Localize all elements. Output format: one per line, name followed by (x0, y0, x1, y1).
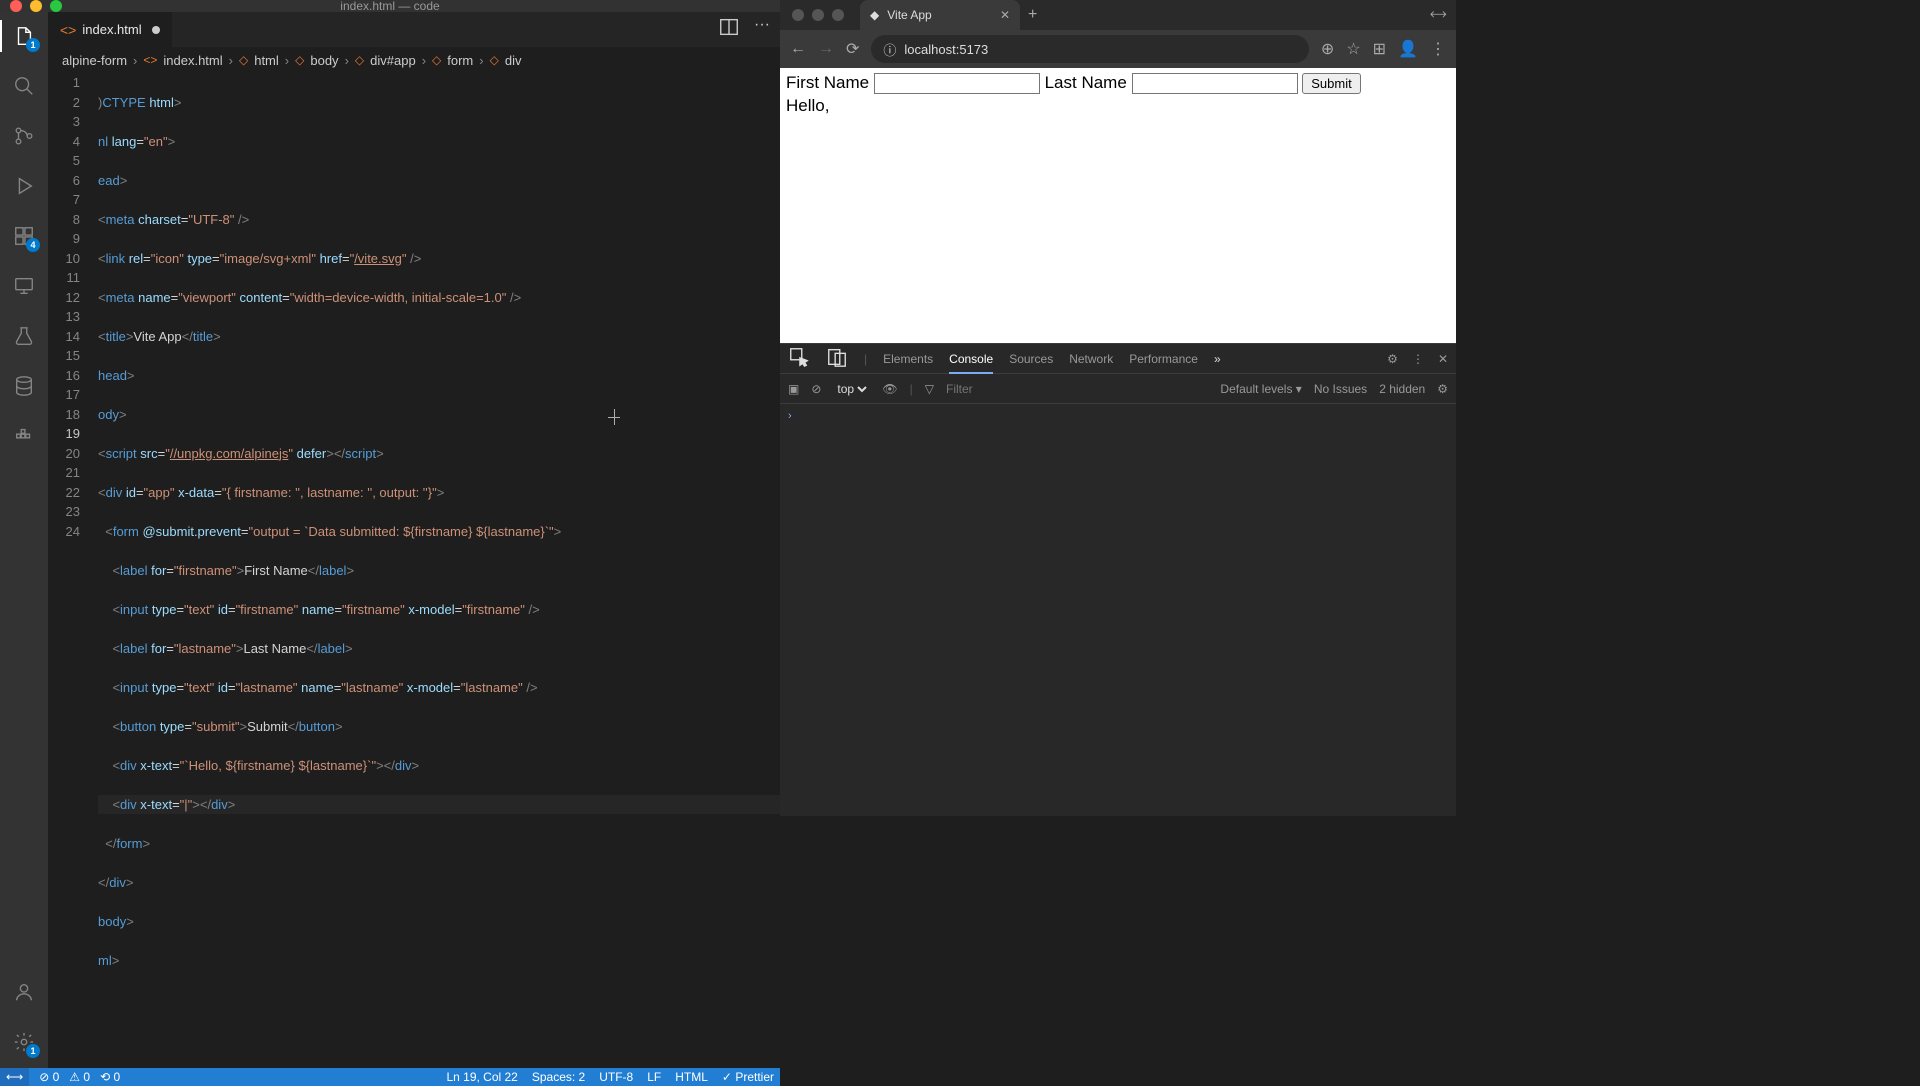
more-tabs-icon[interactable]: » (1214, 352, 1221, 366)
search-icon[interactable] (10, 72, 38, 100)
filter-icon: ▽ (925, 382, 934, 396)
devtools-panel: | Elements Console Sources Network Perfo… (780, 343, 1456, 816)
explorer-icon[interactable]: 1 (10, 22, 38, 50)
inspect-element-icon[interactable] (788, 346, 810, 371)
browser-toolbar: ← → ⟳ ⓘ localhost:5173 ⊕ ☆ ⊞ 👤 ⋮ (780, 30, 1456, 68)
expand-icon[interactable]: ⤢ (1427, 4, 1449, 26)
database-icon[interactable] (10, 372, 38, 400)
last-name-input[interactable] (1132, 73, 1298, 94)
error-count[interactable]: ⊘ 0 (39, 1070, 59, 1084)
vscode-titlebar: index.html — code (0, 0, 780, 12)
docker-icon[interactable] (10, 422, 38, 450)
prettier-status[interactable]: ✓ Prettier (722, 1070, 774, 1084)
menu-icon[interactable]: ⋮ (1430, 39, 1446, 59)
port-forward[interactable]: ⟲ 0 (100, 1070, 120, 1084)
minimize-icon[interactable] (30, 0, 42, 12)
tab-console[interactable]: Console (949, 352, 993, 366)
execution-context-select[interactable]: top (833, 381, 870, 397)
devtools-more-icon[interactable]: ⋮ (1412, 352, 1424, 366)
html-file-icon: <> (60, 22, 76, 38)
close-icon[interactable] (10, 0, 22, 12)
close-tab-icon[interactable]: ✕ (1000, 8, 1010, 22)
demo-form: First Name Last Name Submit Hello, (786, 73, 1450, 116)
profile-icon[interactable]: 👤 (1398, 39, 1418, 59)
zoom-icon[interactable]: ⊕ (1321, 39, 1334, 59)
code-editor[interactable]: 123456789101112131415161718192021222324 … (48, 73, 780, 1068)
address-bar[interactable]: ⓘ localhost:5173 (871, 35, 1309, 63)
last-name-label: Last Name (1045, 73, 1127, 92)
warning-count[interactable]: ⚠ 0 (69, 1070, 90, 1084)
device-toggle-icon[interactable] (826, 346, 848, 371)
first-name-label: First Name (786, 73, 869, 92)
testing-icon[interactable] (10, 322, 38, 350)
line-gutter: 123456789101112131415161718192021222324 (48, 73, 98, 1068)
extensions-badge: 4 (26, 238, 40, 252)
forward-icon[interactable]: → (818, 40, 834, 58)
devtools-close-icon[interactable]: ✕ (1438, 352, 1448, 366)
tab-index-html[interactable]: <> index.html (48, 12, 172, 47)
remote-explorer-icon[interactable] (10, 272, 38, 300)
more-actions-icon[interactable]: ··· (754, 16, 770, 43)
console-toolbar: ▣ ⊘ top 👁 | ▽ Default levels ▾ No Issues… (780, 374, 1456, 404)
site-info-icon[interactable]: ⓘ (883, 40, 896, 59)
browser-tab-title: Vite App (887, 8, 931, 22)
tab-label: index.html (82, 22, 141, 37)
tab-network[interactable]: Network (1069, 352, 1113, 366)
editor-tabs: <> index.html ··· (48, 12, 780, 47)
favicon-icon: ◆ (870, 8, 879, 22)
hidden-count[interactable]: 2 hidden (1379, 382, 1425, 396)
cursor-position[interactable]: Ln 19, Col 22 (446, 1070, 517, 1084)
language-mode[interactable]: HTML (675, 1070, 708, 1084)
issues-link[interactable]: No Issues (1314, 382, 1367, 396)
reload-icon[interactable]: ⟳ (846, 39, 859, 59)
settings-badge: 1 (26, 1044, 40, 1058)
account-icon[interactable] (10, 978, 38, 1006)
split-editor-icon[interactable] (718, 16, 740, 43)
code-content[interactable]: )CTYPE html> nl lang="en"> ead> <meta ch… (98, 73, 780, 1068)
encoding[interactable]: UTF-8 (599, 1070, 633, 1084)
breadcrumbs[interactable]: alpine-form› <>index.html› ◇html› ◇body›… (48, 47, 780, 73)
settings-gear-icon[interactable]: 1 (10, 1028, 38, 1056)
status-bar: ⟷ ⊘ 0 ⚠ 0 ⟲ 0 Ln 19, Col 22 Spaces: 2 UT… (0, 1068, 780, 1086)
first-name-input[interactable] (874, 73, 1040, 94)
run-debug-icon[interactable] (10, 172, 38, 200)
clear-console-icon[interactable]: ⊘ (811, 382, 821, 396)
back-icon[interactable]: ← (790, 40, 806, 58)
log-levels-select[interactable]: Default levels ▾ (1220, 382, 1301, 396)
console-settings-icon[interactable]: ⚙ (1437, 382, 1448, 396)
web-page: First Name Last Name Submit Hello, (780, 68, 1456, 343)
source-control-icon[interactable] (10, 122, 38, 150)
live-expression-icon[interactable]: 👁 (882, 382, 897, 396)
explorer-badge: 1 (26, 38, 40, 52)
tab-elements[interactable]: Elements (883, 352, 933, 366)
remote-indicator-icon[interactable]: ⟷ (0, 1068, 29, 1086)
extensions-puzzle-icon[interactable]: ⊞ (1373, 39, 1386, 59)
browser-titlebar: ◆ Vite App ✕ + ⤢ (780, 0, 1456, 30)
greeting-output: Hello, (786, 96, 1450, 116)
browser-tab[interactable]: ◆ Vite App ✕ (860, 0, 1020, 30)
tab-sources[interactable]: Sources (1009, 352, 1053, 366)
devtools-settings-icon[interactable]: ⚙ (1387, 352, 1398, 366)
filter-input[interactable] (946, 382, 1101, 396)
submit-button[interactable]: Submit (1302, 73, 1360, 94)
dirty-indicator-icon (152, 26, 160, 34)
url-text: localhost:5173 (904, 42, 988, 57)
console-prompt-icon: › (788, 410, 792, 422)
toggle-sidebar-icon[interactable]: ▣ (788, 382, 799, 396)
eol[interactable]: LF (647, 1070, 661, 1084)
window-title: index.html — code (340, 0, 439, 13)
indentation[interactable]: Spaces: 2 (532, 1070, 585, 1084)
bookmark-icon[interactable]: ☆ (1346, 39, 1360, 59)
activity-bar: 1 4 1 (0, 12, 48, 1068)
extensions-icon[interactable]: 4 (10, 222, 38, 250)
console-body[interactable]: › (780, 404, 1456, 816)
tab-performance[interactable]: Performance (1129, 352, 1198, 366)
browser-window-controls[interactable] (792, 9, 844, 21)
window-controls[interactable] (10, 0, 62, 12)
devtools-tabs: | Elements Console Sources Network Perfo… (780, 344, 1456, 374)
maximize-icon[interactable] (50, 0, 62, 12)
new-tab-icon[interactable]: + (1028, 6, 1037, 24)
